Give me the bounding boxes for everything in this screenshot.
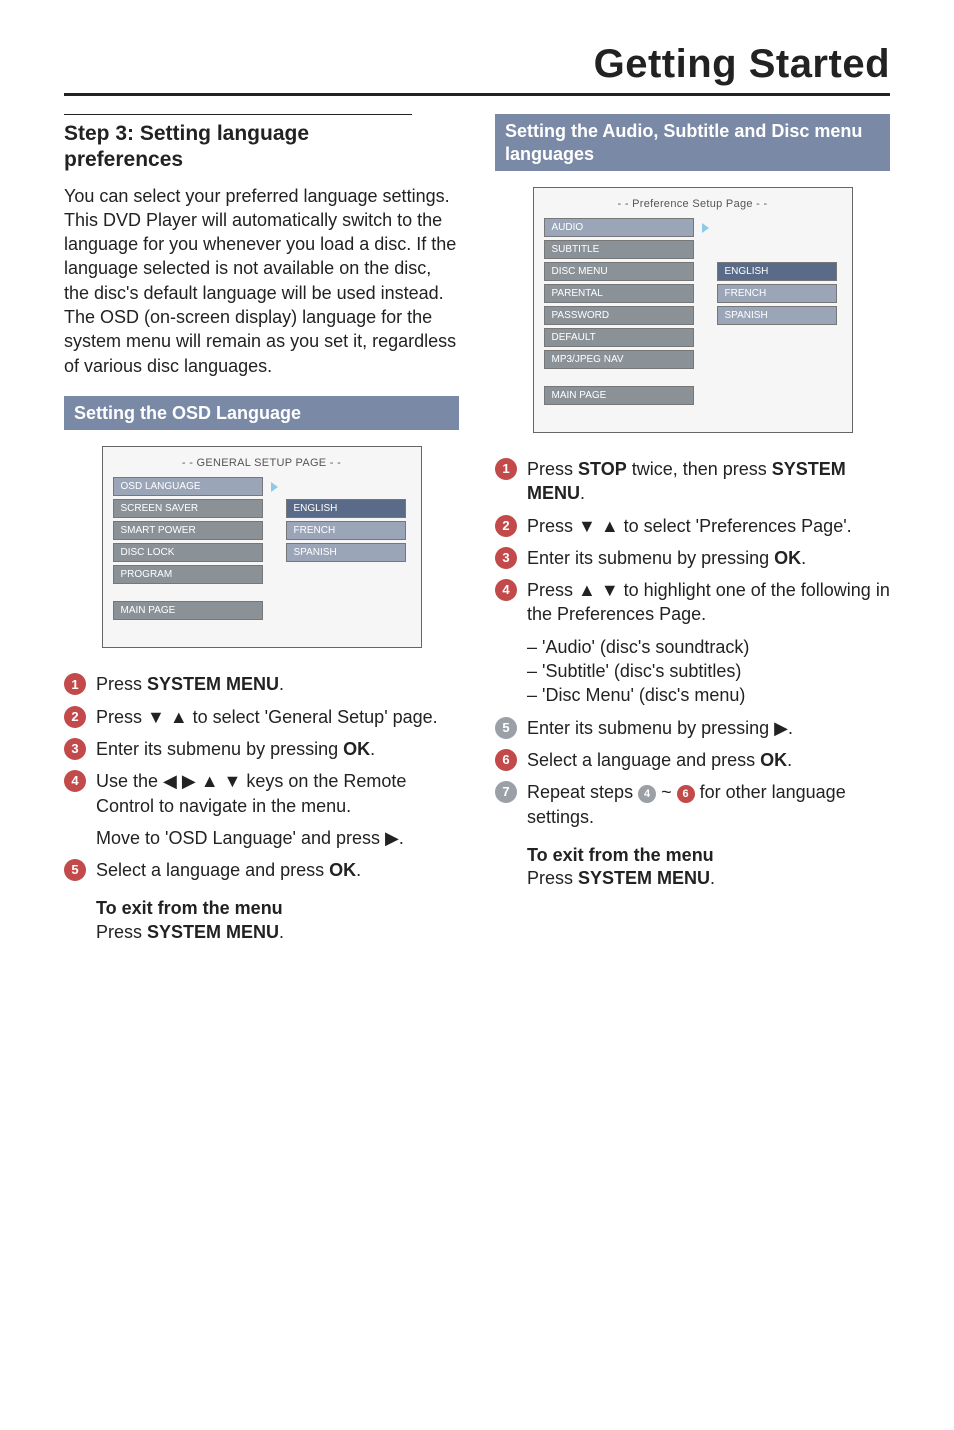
osd-left-item: OSD LANGUAGE bbox=[113, 477, 263, 496]
step-number-badge: 1 bbox=[64, 673, 86, 695]
section-heading: Step 3: Setting language preferences bbox=[64, 121, 459, 174]
step-number-badge: 4 bbox=[64, 770, 86, 792]
osd-left-item: SUBTITLE bbox=[544, 240, 694, 259]
osd-right-item: ENGLISH bbox=[286, 499, 406, 518]
step-number-badge: 1 bbox=[495, 458, 517, 480]
step-text: Enter its submenu by pressing OK. bbox=[96, 737, 459, 761]
osd-main-page: MAIN PAGE bbox=[544, 386, 694, 405]
numbered-step: 4 Use the ◀ ▶ ▲ ▼ keys on the Remote Cont… bbox=[64, 769, 459, 818]
step-text: Enter its submenu by pressing OK. bbox=[527, 546, 890, 570]
osd-right-item: FRENCH bbox=[286, 521, 406, 540]
osd-main-page: MAIN PAGE bbox=[113, 601, 263, 620]
step-number-badge: 2 bbox=[64, 706, 86, 728]
two-column-layout: Step 3: Setting language preferences You… bbox=[64, 114, 890, 943]
step-text: Use the ◀ ▶ ▲ ▼ keys on the Remote Contr… bbox=[96, 769, 459, 818]
step-number-badge: 4 bbox=[495, 579, 517, 601]
numbered-step: 1 Press SYSTEM MENU. bbox=[64, 672, 459, 696]
osd-left-item: DISC LOCK bbox=[113, 543, 263, 562]
right-column: Setting the Audio, Subtitle and Disc men… bbox=[495, 114, 890, 943]
dash-item: 'Disc Menu' (disc's menu) bbox=[527, 683, 890, 707]
osd-title: - - Preference Setup Page - - bbox=[544, 194, 842, 218]
osd-left-item: PARENTAL bbox=[544, 284, 694, 303]
section-rule bbox=[64, 114, 412, 115]
caret-right-icon bbox=[271, 482, 278, 492]
step-number-badge: 7 bbox=[495, 781, 517, 803]
numbered-step: 3 Enter its submenu by pressing OK. bbox=[495, 546, 890, 570]
numbered-step: 4 Press ▲ ▼ to highlight one of the follo… bbox=[495, 578, 890, 627]
step-number-badge: 5 bbox=[495, 717, 517, 739]
exit-bold: To exit from the menu bbox=[527, 843, 890, 868]
osd-row: AUDIO SUBTITLE DISC MENU PARENTAL PASSWO… bbox=[544, 218, 842, 372]
numbered-step: 6 Select a language and press OK. bbox=[495, 748, 890, 772]
step-text: Repeat steps 4 ~ 6 for other language se… bbox=[527, 780, 890, 829]
osd-right-item: SPANISH bbox=[286, 543, 406, 562]
osd-left-item: PROGRAM bbox=[113, 565, 263, 584]
numbered-step: 2 Press ▼ ▲ to select 'General Setup' pag… bbox=[64, 705, 459, 729]
page-title: Getting Started bbox=[64, 42, 890, 87]
numbered-step: 3 Enter its submenu by pressing OK. bbox=[64, 737, 459, 761]
left-column: Step 3: Setting language preferences You… bbox=[64, 114, 459, 943]
right-steps-list-b: 5 Enter its submenu by pressing ▶. 6 Select… bbox=[495, 716, 890, 829]
step-number-badge: 3 bbox=[495, 547, 517, 569]
osd-screenshot-preference: - - Preference Setup Page - - AUDIO SUBT… bbox=[533, 187, 853, 433]
step-text: Enter its submenu by pressing ▶. bbox=[527, 716, 890, 740]
intro-paragraph: You can select your preferred language s… bbox=[64, 184, 459, 378]
osd-screenshot-general: - - GENERAL SETUP PAGE - - OSD LANGUAGE … bbox=[102, 446, 422, 648]
exit-bold: To exit from the menu bbox=[96, 896, 459, 921]
numbered-step: 7 Repeat steps 4 ~ 6 for other language s… bbox=[495, 780, 890, 829]
step-text: Press SYSTEM MENU. bbox=[96, 672, 459, 696]
osd-right-item: FRENCH bbox=[717, 284, 837, 303]
step-number-badge: 3 bbox=[64, 738, 86, 760]
blue-subheading-langs: Setting the Audio, Subtitle and Disc men… bbox=[495, 114, 890, 171]
osd-left-item: DISC MENU bbox=[544, 262, 694, 281]
step-text: Select a language and press OK. bbox=[527, 748, 890, 772]
left-steps-list: 1 Press SYSTEM MENU. 2 Press ▼ ▲ to select … bbox=[64, 672, 459, 882]
dash-list: 'Audio' (disc's soundtrack)'Subtitle' (d… bbox=[527, 635, 890, 708]
dash-item: 'Audio' (disc's soundtrack) bbox=[527, 635, 890, 659]
step-text: Press STOP twice, then press SYSTEM MENU… bbox=[527, 457, 890, 506]
step-text: Press ▼ ▲ to select 'General Setup' page… bbox=[96, 705, 459, 729]
step-text: Press ▼ ▲ to select 'Preferences Page'. bbox=[527, 514, 890, 538]
osd-left-list: AUDIO SUBTITLE DISC MENU PARENTAL PASSWO… bbox=[544, 218, 694, 372]
osd-right-item: ENGLISH bbox=[717, 262, 837, 281]
numbered-step: 5 Enter its submenu by pressing ▶. bbox=[495, 716, 890, 740]
exit-line: Press SYSTEM MENU. bbox=[96, 922, 459, 943]
step-text: Press ▲ ▼ to highlight one of the follow… bbox=[527, 578, 890, 627]
osd-right-list: ENGLISH FRENCH SPANISH bbox=[286, 499, 406, 565]
osd-left-list: OSD LANGUAGE SCREEN SAVER SMART POWER DI… bbox=[113, 477, 263, 587]
osd-row: OSD LANGUAGE SCREEN SAVER SMART POWER DI… bbox=[113, 477, 411, 587]
step-number-badge: 6 bbox=[495, 749, 517, 771]
right-steps-list-a: 1 Press STOP twice, then press SYSTEM MEN… bbox=[495, 457, 890, 627]
title-rule bbox=[64, 93, 890, 96]
exit-line: Press SYSTEM MENU. bbox=[527, 868, 890, 889]
osd-left-item: PASSWORD bbox=[544, 306, 694, 325]
section-heading-line1: Step 3: Setting language bbox=[64, 122, 309, 145]
osd-left-item: SMART POWER bbox=[113, 521, 263, 540]
numbered-step: 1 Press STOP twice, then press SYSTEM MEN… bbox=[495, 457, 890, 506]
numbered-step: 2 Press ▼ ▲ to select 'Preferences Page'. bbox=[495, 514, 890, 538]
numbered-step: 5 Select a language and press OK. bbox=[64, 858, 459, 882]
blue-subheading-osd: Setting the OSD Language bbox=[64, 396, 459, 431]
page-root: Getting Started Step 3: Setting language… bbox=[0, 0, 954, 1430]
caret-right-icon bbox=[702, 223, 709, 233]
step-number-badge: 5 bbox=[64, 859, 86, 881]
step-continuation: Move to 'OSD Language' and press ▶. bbox=[96, 826, 459, 850]
step-number-badge: 2 bbox=[495, 515, 517, 537]
osd-title: - - GENERAL SETUP PAGE - - bbox=[113, 453, 411, 477]
section-heading-line2: preferences bbox=[64, 148, 183, 171]
osd-right-list: ENGLISH FRENCH SPANISH bbox=[717, 262, 837, 328]
osd-right-item: SPANISH bbox=[717, 306, 837, 325]
osd-left-item: MP3/JPEG NAV bbox=[544, 350, 694, 369]
osd-left-item: DEFAULT bbox=[544, 328, 694, 347]
osd-left-item: SCREEN SAVER bbox=[113, 499, 263, 518]
dash-item: 'Subtitle' (disc's subtitles) bbox=[527, 659, 890, 683]
osd-left-item: AUDIO bbox=[544, 218, 694, 237]
step-text: Select a language and press OK. bbox=[96, 858, 459, 882]
